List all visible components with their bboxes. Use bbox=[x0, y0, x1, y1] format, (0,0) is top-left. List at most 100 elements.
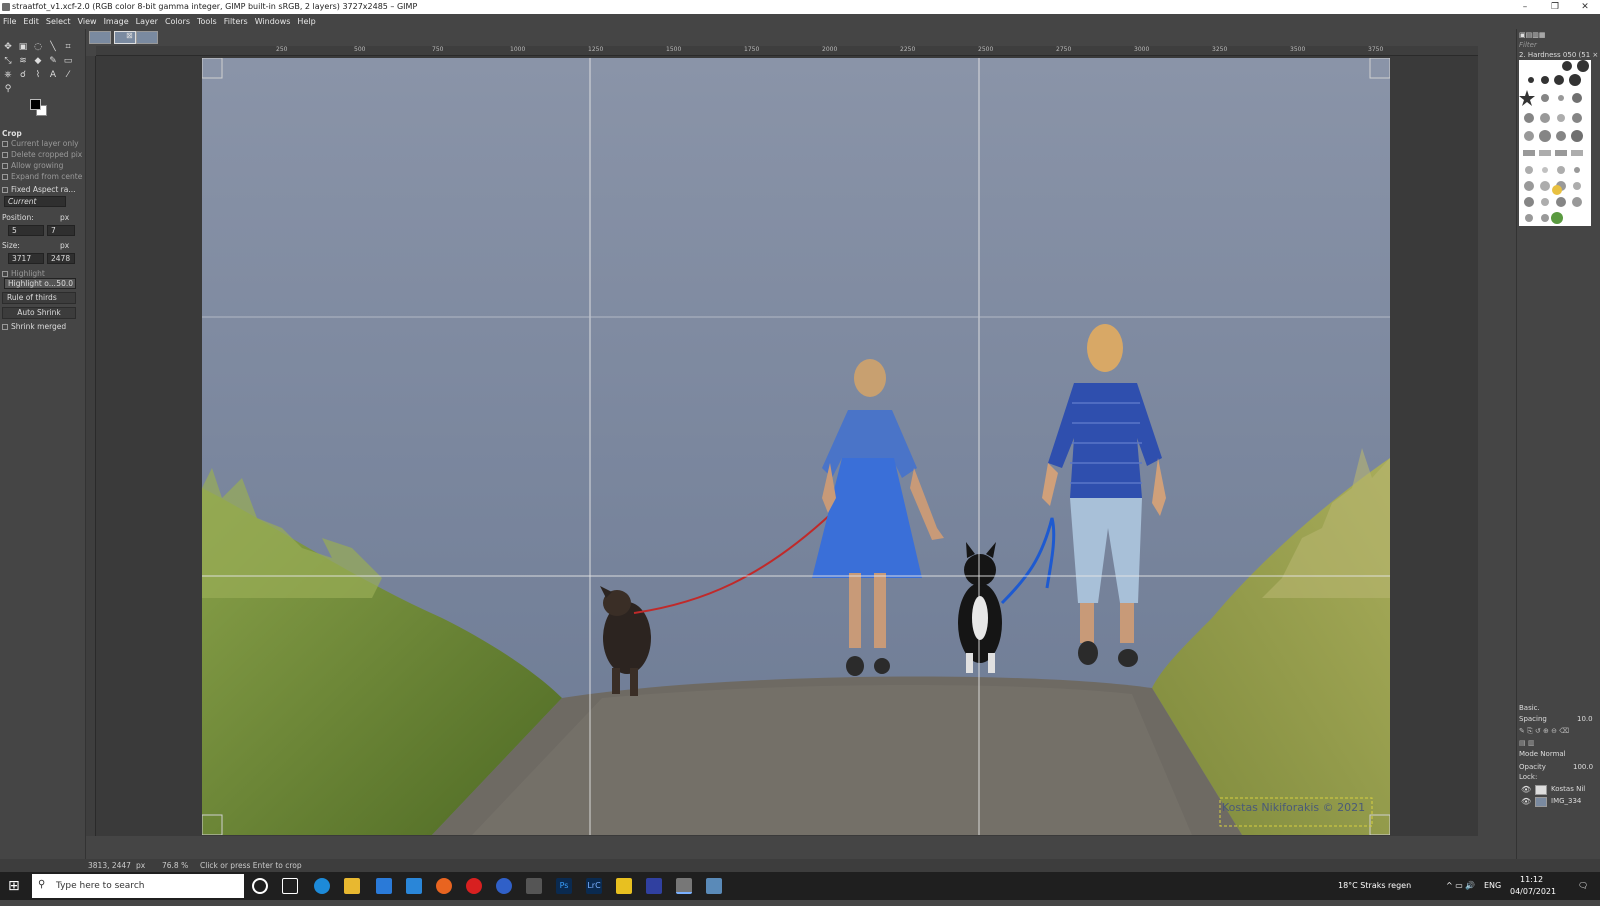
photoshop-icon[interactable]: Ps bbox=[556, 878, 572, 894]
dock-tab-icons[interactable]: ▣▤▥▦ bbox=[1519, 31, 1545, 39]
menu-view[interactable]: View bbox=[78, 17, 97, 26]
text-tool-icon[interactable]: A bbox=[47, 69, 59, 81]
vertical-ruler[interactable] bbox=[86, 56, 96, 836]
lightroom-icon[interactable]: LrC bbox=[586, 878, 602, 894]
eye-icon[interactable]: 👁 bbox=[1521, 785, 1531, 794]
menu-select[interactable]: Select bbox=[46, 17, 71, 26]
menu-image[interactable]: Image bbox=[104, 17, 129, 26]
menu-windows[interactable]: Windows bbox=[255, 17, 291, 26]
crop-tool-icon[interactable]: ⌗ bbox=[62, 41, 74, 53]
bucket-fill-tool-icon[interactable]: ◆ bbox=[32, 55, 44, 67]
zoom-tool-icon[interactable]: ⚲ bbox=[2, 83, 14, 95]
delete-cropped-checkbox[interactable]: Delete cropped pix bbox=[2, 150, 82, 159]
menu-filters[interactable]: Filters bbox=[224, 17, 248, 26]
path-tool-icon[interactable]: ⌇ bbox=[32, 69, 44, 81]
cortana-icon[interactable] bbox=[252, 878, 268, 894]
photo-layer[interactable]: Kostas Nikiforakis © 2021 bbox=[202, 58, 1390, 835]
foreground-color-swatch[interactable] bbox=[30, 99, 41, 110]
eye-icon[interactable]: 👁 bbox=[1521, 797, 1531, 806]
app-icon[interactable] bbox=[496, 878, 512, 894]
layer-mode-select[interactable]: Mode Normal bbox=[1519, 750, 1566, 758]
image-tab-thumbnail[interactable] bbox=[136, 31, 158, 44]
image-tab-thumbnail[interactable] bbox=[89, 31, 111, 44]
brush-preset-select[interactable]: Basic. bbox=[1519, 704, 1540, 712]
ruler-tick-label: 3250 bbox=[1212, 46, 1228, 53]
menu-tools[interactable]: Tools bbox=[197, 17, 217, 26]
zoom-select[interactable]: 76.8 % bbox=[162, 859, 188, 872]
allow-growing-checkbox[interactable]: Allow growing bbox=[2, 161, 63, 170]
menu-file[interactable]: File bbox=[3, 17, 16, 26]
horizontal-ruler[interactable]: 250 500 750 1000 1250 1500 1750 2000 225… bbox=[96, 46, 1478, 56]
windows-start-icon[interactable]: ⊞ bbox=[8, 878, 20, 894]
brush-action-icons[interactable]: ✎ ⎘ ↺ ⊕ ⊖ ⌫ bbox=[1519, 727, 1569, 736]
position-label: Position: bbox=[2, 213, 34, 222]
clock-date[interactable]: 04/07/2021 bbox=[1510, 878, 1556, 906]
opacity-value[interactable]: 100.0 bbox=[1573, 763, 1593, 771]
shrink-merged-checkbox[interactable]: Shrink merged bbox=[2, 322, 66, 331]
task-view-icon[interactable] bbox=[282, 878, 298, 894]
opera-icon[interactable] bbox=[466, 878, 482, 894]
mail-icon[interactable] bbox=[406, 878, 422, 894]
weather-widget[interactable]: 18°C Straks regen bbox=[1338, 872, 1411, 900]
warp-tool-icon[interactable]: ≋ bbox=[17, 55, 29, 67]
language-indicator[interactable]: ENG bbox=[1484, 872, 1501, 900]
firefox-icon[interactable] bbox=[436, 878, 452, 894]
image-canvas[interactable]: Kostas Nikiforakis © 2021 bbox=[96, 56, 1478, 836]
photo-layer-thumbnail bbox=[1535, 797, 1547, 807]
menu-help[interactable]: Help bbox=[297, 17, 315, 26]
menu-colors[interactable]: Colors bbox=[165, 17, 190, 26]
layer-row[interactable]: 👁 Kostas Nil bbox=[1519, 784, 1599, 796]
fixed-aspect-checkbox[interactable]: Fixed Aspect ra... bbox=[2, 185, 76, 194]
size-height-input[interactable]: 2478 bbox=[47, 253, 75, 264]
gimp-taskbar-icon[interactable] bbox=[676, 878, 692, 894]
menu-layer[interactable]: Layer bbox=[136, 17, 158, 26]
ruler-tick-label: 500 bbox=[354, 46, 366, 53]
highlight-opacity-slider[interactable]: Highlight o... 50.0 bbox=[4, 278, 76, 289]
menu-edit[interactable]: Edit bbox=[23, 17, 39, 26]
unit-select[interactable]: px bbox=[136, 859, 145, 872]
position-y-input[interactable]: 7 bbox=[47, 225, 75, 236]
checkbox-icon bbox=[2, 163, 8, 169]
layer-row[interactable]: 👁 IMG_334 bbox=[1519, 796, 1599, 808]
expand-from-center-checkbox[interactable]: Expand from cente bbox=[2, 172, 82, 181]
file-explorer-icon[interactable] bbox=[344, 878, 360, 894]
position-unit[interactable]: px bbox=[60, 213, 69, 222]
store-icon[interactable] bbox=[376, 878, 392, 894]
eraser-tool-icon[interactable]: ▭ bbox=[62, 55, 74, 67]
rect-select-tool-icon[interactable]: ▣ bbox=[17, 41, 29, 53]
taskbar-search-input[interactable]: Type here to search bbox=[32, 874, 244, 898]
auto-shrink-button[interactable]: Auto Shrink bbox=[2, 307, 76, 319]
app-icon[interactable] bbox=[526, 878, 542, 894]
guides-select[interactable]: Rule of thirds bbox=[2, 292, 76, 304]
spacing-label: Spacing bbox=[1519, 715, 1547, 723]
edge-icon[interactable] bbox=[314, 878, 330, 894]
transform-tool-icon[interactable]: ⤡ bbox=[2, 55, 14, 67]
layers-tab-icons[interactable]: ▤ ▥ bbox=[1519, 739, 1534, 747]
lasso-tool-icon[interactable]: ◌ bbox=[32, 41, 44, 53]
minimize-button[interactable]: – bbox=[1510, 0, 1540, 14]
brush-filter-input[interactable]: Filter bbox=[1519, 41, 1537, 49]
aspect-select[interactable]: Current bbox=[4, 196, 66, 207]
current-layer-only-checkbox[interactable]: Current layer only bbox=[2, 139, 79, 148]
app-icon[interactable] bbox=[706, 878, 722, 894]
size-width-input[interactable]: 3717 bbox=[8, 253, 44, 264]
paintbrush-tool-icon[interactable]: ✎ bbox=[47, 55, 59, 67]
position-x-input[interactable]: 5 bbox=[8, 225, 44, 236]
close-tab-icon[interactable]: ⊠ bbox=[126, 31, 133, 40]
checkbox-icon bbox=[2, 324, 8, 330]
clone-tool-icon[interactable]: ⎈ bbox=[2, 69, 14, 81]
size-unit[interactable]: px bbox=[60, 241, 69, 250]
maximize-button[interactable]: ❐ bbox=[1540, 0, 1570, 14]
app-icon[interactable] bbox=[616, 878, 632, 894]
tray-icons[interactable]: ^ ▭ 🔊 bbox=[1446, 872, 1475, 900]
close-button[interactable]: ✕ bbox=[1570, 0, 1600, 14]
highlight-checkbox[interactable]: Highlight bbox=[2, 269, 45, 278]
notifications-icon[interactable]: 🗨 bbox=[1578, 872, 1588, 900]
measure-tool-icon[interactable]: ╲ bbox=[47, 41, 59, 53]
app-icon[interactable] bbox=[646, 878, 662, 894]
brushes-grid[interactable] bbox=[1519, 60, 1591, 226]
spacing-value[interactable]: 10.0 bbox=[1577, 715, 1593, 723]
color-picker-tool-icon[interactable]: ⁄ bbox=[62, 69, 74, 81]
smudge-tool-icon[interactable]: ☌ bbox=[17, 69, 29, 81]
move-tool-icon[interactable]: ✥ bbox=[2, 41, 14, 53]
